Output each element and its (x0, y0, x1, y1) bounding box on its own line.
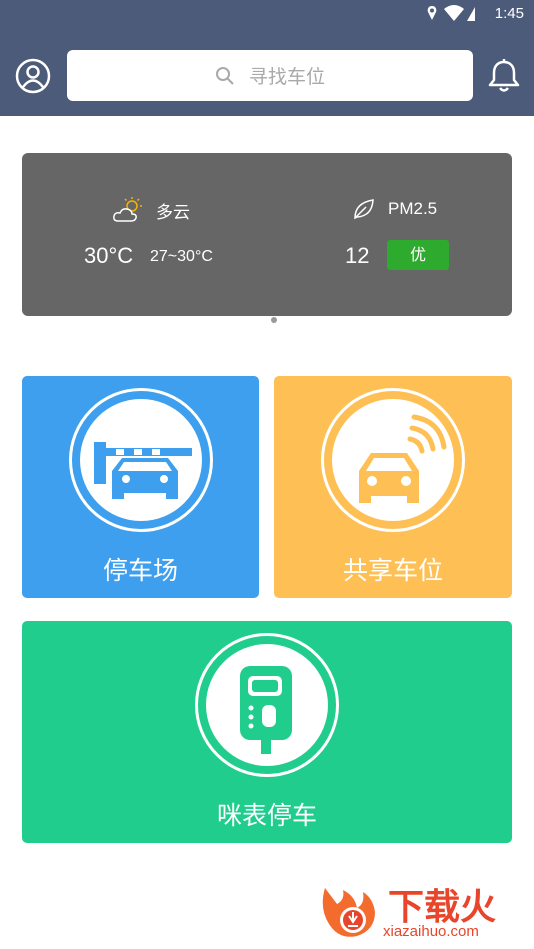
battery-icon (467, 7, 475, 21)
bell-icon (488, 59, 520, 92)
search-box[interactable]: 寻找车位 (67, 50, 473, 101)
weather-card[interactable]: 多云 30°C 27~30°C PM2.5 12 优 (22, 153, 512, 316)
weather-temperature: 30°C (84, 243, 134, 268)
leaf-icon (354, 199, 374, 220)
pm25-value: 12 (345, 243, 370, 268)
watermark-logo: 下载火 xiazaihuo.com (315, 878, 529, 944)
shared-parking-label: 共享车位 (342, 556, 443, 585)
profile-button[interactable] (15, 58, 51, 94)
search-placeholder: 寻找车位 (248, 66, 325, 88)
flame-logo-icon (322, 888, 375, 937)
location-icon (427, 6, 437, 20)
parking-meter-icon (240, 666, 292, 754)
parking-barrier-car-icon (94, 442, 192, 499)
parking-lot-circle (69, 388, 213, 532)
parking-lot-tile[interactable]: 停车场 (22, 376, 259, 598)
shared-parking-tile[interactable]: 共享车位 (274, 376, 512, 598)
search-icon (215, 66, 234, 85)
status-time: 1:45 (494, 5, 524, 22)
notification-button[interactable] (487, 58, 521, 94)
status-icons (426, 4, 476, 28)
meter-parking-label: 咪表停车 (216, 801, 317, 830)
app-header: 1:45 寻找车位 (0, 0, 534, 116)
watermark-url: xiazaihuo.com (383, 923, 479, 940)
user-icon (15, 58, 51, 94)
pager-indicator (271, 317, 277, 323)
weather-temperature-range: 27~30°C (150, 248, 213, 265)
parking-lot-label: 停车场 (102, 556, 178, 585)
car-signal-icon (359, 414, 447, 503)
air-quality-badge: 优 (387, 240, 449, 270)
meter-parking-tile[interactable]: 咪表停车 (22, 621, 512, 843)
partly-cloudy-icon (113, 197, 142, 222)
shared-parking-circle (321, 388, 465, 532)
weather-condition: 多云 (156, 202, 190, 223)
pm25-label: PM2.5 (388, 199, 438, 218)
meter-parking-circle (195, 633, 339, 777)
wifi-icon (444, 5, 464, 21)
